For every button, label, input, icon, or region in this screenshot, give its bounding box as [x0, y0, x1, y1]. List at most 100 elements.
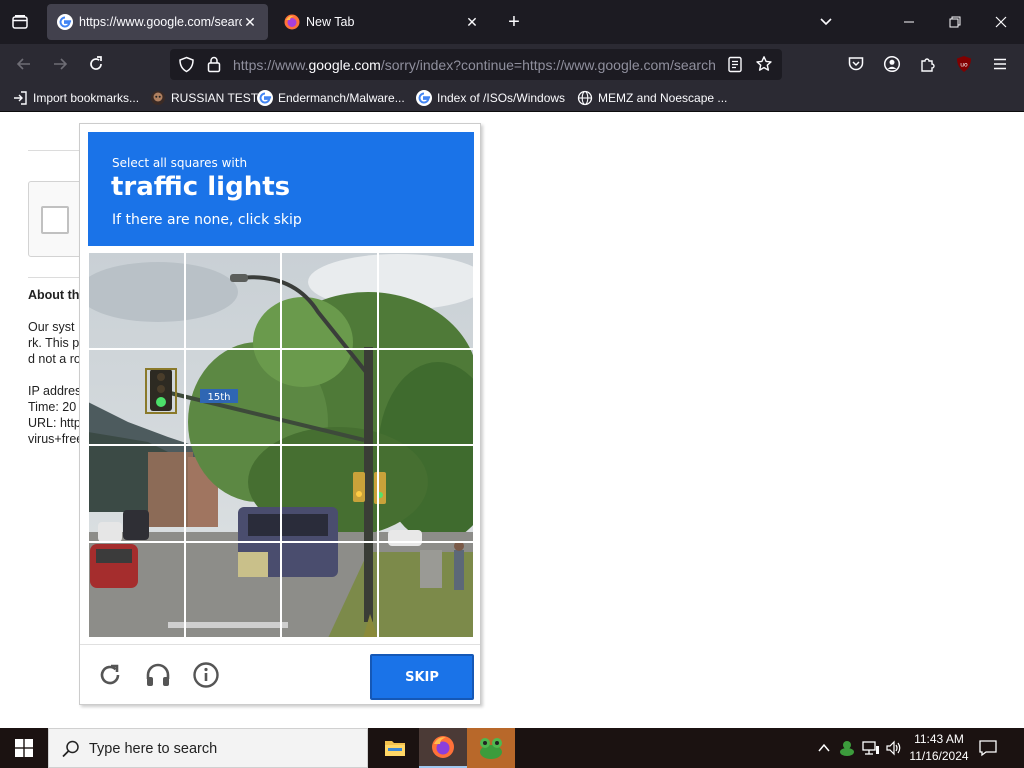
grid-tile[interactable] [88, 252, 185, 349]
network-button[interactable] [861, 738, 881, 758]
lock-icon[interactable] [206, 56, 222, 73]
challenge-target: traffic lights [111, 172, 291, 202]
list-all-tabs-button[interactable] [816, 12, 836, 32]
tab-list-icon [12, 15, 28, 29]
tab-title: New Tab [306, 15, 355, 29]
url-text[interactable]: https://www.google.com/sorry/index?conti… [233, 57, 717, 73]
search-icon [62, 740, 79, 758]
tracking-protection-icon[interactable] [178, 56, 195, 73]
body-line: URL: http [28, 416, 81, 430]
frog-icon [840, 741, 854, 756]
tab-close-button[interactable]: ✕ [464, 14, 480, 30]
taskbar: Type here to search 11:43 AM 11/16/2024 [0, 728, 1024, 768]
globe-icon [577, 90, 593, 106]
grid-tile[interactable] [281, 541, 378, 638]
volume-button[interactable] [884, 738, 904, 758]
firefox-icon [432, 736, 454, 758]
tab-close-button[interactable]: ✕ [242, 14, 258, 30]
bookmark-star-icon[interactable] [755, 55, 773, 73]
url-bar[interactable]: https://www.google.com/sorry/index?conti… [170, 49, 782, 80]
notification-center-button[interactable] [978, 738, 998, 763]
body-line: Time: 20 [28, 400, 77, 414]
grid-tile[interactable] [88, 348, 185, 445]
system-clock[interactable]: 11:43 AM 11/16/2024 [904, 731, 974, 765]
clock-time: 11:43 AM [914, 732, 964, 746]
instruction-text: Select all squares with [112, 156, 248, 170]
search-placeholder: Type here to search [89, 741, 218, 757]
grid-tile[interactable] [184, 252, 281, 349]
hamburger-menu-icon [994, 58, 1006, 70]
instruction-subtext: If there are none, click skip [112, 212, 302, 228]
grid-tile[interactable] [377, 252, 474, 349]
grid-tile[interactable] [377, 541, 474, 638]
app-menu-button[interactable] [988, 52, 1012, 76]
taskbar-app-frog[interactable] [467, 728, 515, 768]
arrow-right-icon [54, 58, 68, 70]
grid-tile[interactable] [184, 348, 281, 445]
grid-tile[interactable] [184, 541, 281, 638]
arrow-left-icon [16, 58, 30, 70]
new-tab-button[interactable]: + [504, 12, 524, 32]
challenge-header: Select all squares with traffic lights I… [88, 132, 474, 246]
close-window-button[interactable] [978, 0, 1024, 44]
frog-icon [480, 738, 502, 759]
chevron-down-icon [820, 18, 832, 26]
grid-tile[interactable] [88, 541, 185, 638]
grid-tile[interactable] [88, 445, 185, 542]
grid-tile[interactable] [377, 348, 474, 445]
grid-tile[interactable] [281, 445, 378, 542]
skip-button[interactable]: SKIP [370, 654, 474, 700]
taskbar-search[interactable]: Type here to search [48, 728, 368, 768]
restore-button[interactable] [932, 0, 978, 44]
taskbar-firefox[interactable] [419, 728, 467, 768]
tray-app-frog[interactable] [837, 738, 857, 758]
account-button[interactable] [880, 52, 904, 76]
reload-button[interactable] [84, 52, 108, 76]
about-heading: About th [28, 288, 80, 302]
grid-tile[interactable] [281, 348, 378, 445]
bookmark-russian-test[interactable]: RUSSIAN TEST [150, 89, 258, 107]
bookmark-label: Index of /ISOs/Windows [437, 91, 566, 105]
bookmark-label: Endermanch/Malware... [278, 91, 405, 105]
extensions-button[interactable] [916, 52, 940, 76]
tab-new-tab[interactable]: New Tab ✕ [274, 4, 490, 40]
pocket-button[interactable] [844, 52, 868, 76]
bookmark-import[interactable]: Import bookmarks... [12, 89, 139, 107]
reader-view-icon[interactable] [727, 56, 743, 73]
bookmark-memz[interactable]: MEMZ and Noescape ... [577, 89, 727, 107]
tab-google-search[interactable]: https://www.google.com/search ✕ [47, 4, 268, 40]
back-button[interactable] [12, 52, 36, 76]
info-icon [193, 662, 219, 688]
forward-button[interactable] [48, 52, 72, 76]
bookmark-label: Import bookmarks... [33, 91, 140, 105]
grid-tile[interactable] [281, 252, 378, 349]
body-line: d not a ro [28, 352, 81, 366]
taskbar-file-explorer[interactable] [371, 728, 419, 768]
ublock-button[interactable]: uo [952, 52, 976, 76]
show-hidden-icons-button[interactable] [814, 738, 834, 758]
bookmark-isos-windows[interactable]: Index of /ISOs/Windows [416, 89, 565, 107]
chevron-up-icon [818, 743, 830, 752]
restore-icon [949, 16, 961, 28]
bookmark-label: MEMZ and Noescape ... [598, 91, 728, 105]
bookmark-label: RUSSIAN TEST [171, 91, 259, 105]
bookmark-endermanch[interactable]: Endermanch/Malware... [257, 89, 405, 107]
close-icon [995, 16, 1007, 28]
recaptcha-checkbox[interactable] [41, 206, 69, 234]
tab-bar: https://www.google.com/search ✕ New Tab … [0, 0, 1024, 44]
clock-date: 11/16/2024 [909, 749, 969, 763]
start-button[interactable] [0, 728, 48, 768]
help-button[interactable] [190, 659, 222, 691]
minimize-button[interactable] [886, 0, 932, 44]
audio-challenge-button[interactable] [142, 659, 174, 691]
grid-tile[interactable] [377, 445, 474, 542]
google-icon [416, 90, 432, 106]
recaptcha-challenge: Select all squares with traffic lights I… [79, 123, 481, 705]
firefox-icon [284, 14, 300, 30]
grid-tile[interactable] [184, 445, 281, 542]
import-icon [14, 91, 27, 105]
tab-list-button[interactable] [8, 10, 32, 34]
pocket-icon [848, 57, 864, 71]
reload-challenge-button[interactable] [94, 659, 126, 691]
body-line: virus+free [28, 432, 84, 446]
